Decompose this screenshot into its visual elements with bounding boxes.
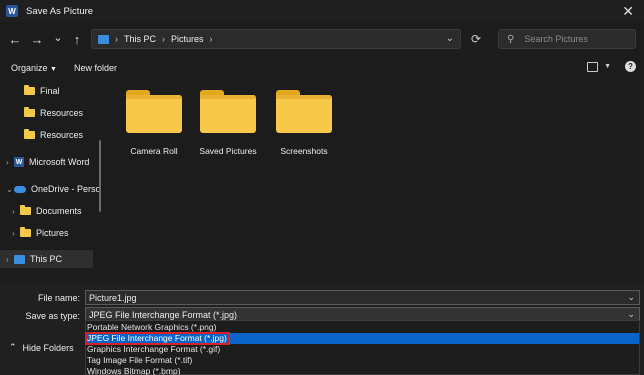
chevron-right-icon: ›: [209, 34, 213, 44]
folder-label: Screenshots: [280, 146, 328, 156]
folder-tile-screenshots[interactable]: Screenshots: [270, 80, 338, 156]
view-dropdown-icon[interactable]: ▼: [604, 63, 611, 70]
file-type-option[interactable]: Tag Image File Format (*.tif): [86, 355, 639, 366]
folder-icon: [276, 90, 332, 134]
organize-label: Organize: [11, 63, 48, 73]
folder-icon: [126, 90, 182, 134]
folder-tile-saved-pictures[interactable]: Saved Pictures: [194, 80, 262, 156]
chevron-down-icon[interactable]: ⌄: [627, 309, 635, 320]
search-icon: ⚲: [507, 33, 515, 45]
chevron-right-icon[interactable]: ›: [6, 158, 14, 167]
folder-icon: [24, 129, 35, 139]
sidebar-item-label: Resources: [40, 108, 84, 118]
refresh-button[interactable]: ⟳: [466, 29, 486, 49]
file-name-label: File name:: [37, 293, 80, 303]
folder-icon: [20, 227, 31, 237]
view-icon[interactable]: [587, 61, 599, 72]
back-button[interactable]: ←: [4, 28, 26, 50]
toolbar: Organize ▼ New folder ▼ ?: [0, 58, 644, 80]
chevron-down-icon[interactable]: ⌄: [627, 292, 635, 303]
sidebar-item-label: Pictures: [36, 228, 69, 238]
file-type-option-selected[interactable]: JPEG File Interchange Format (*.jpg): [85, 332, 639, 345]
hide-folders-button[interactable]: ⌃ Hide Folders: [9, 342, 74, 353]
file-list: Camera Roll Saved Pictures Screenshots: [108, 80, 638, 272]
up-button[interactable]: ↑: [66, 28, 88, 50]
chevron-right-icon: ›: [162, 34, 166, 44]
sidebar-item-this-pc[interactable]: › This PC: [0, 250, 93, 268]
folder-label: Saved Pictures: [199, 146, 257, 156]
chevron-up-icon: ⌃: [9, 342, 17, 352]
hide-folders-label: Hide Folders: [22, 342, 74, 353]
save-as-type-value: JPEG File Interchange Format (*.jpg): [89, 309, 238, 320]
sidebar-item-label: Microsoft Word: [29, 157, 90, 167]
sidebar-item-label: Final: [40, 86, 60, 96]
breadcrumb-this-pc[interactable]: This PC: [124, 34, 156, 44]
organize-button[interactable]: Organize ▼: [11, 63, 57, 73]
navigation-pane: Final Resources Resources › W Microsoft …: [0, 80, 101, 272]
navigation-bar: ← → ⌄ ↑ › This PC › Pictures › ⌄ ⟳ ⚲: [0, 24, 644, 54]
breadcrumb-pictures[interactable]: Pictures: [171, 34, 204, 44]
sidebar-item-resources[interactable]: Resources: [24, 104, 83, 122]
word-icon: W: [14, 157, 24, 167]
file-name-input[interactable]: Picture1.jpg ⌄: [85, 290, 640, 305]
file-type-option[interactable]: Windows Bitmap (*.bmp): [86, 366, 639, 375]
chevron-down-icon[interactable]: ⌄: [6, 185, 14, 194]
cloud-icon: [14, 185, 26, 193]
folder-icon: [20, 205, 31, 215]
sidebar-item-resources[interactable]: Resources: [24, 126, 83, 144]
dropdown-arrow-icon: ▼: [50, 66, 57, 73]
close-icon[interactable]: ✕: [622, 3, 634, 20]
help-icon[interactable]: ?: [625, 61, 636, 72]
sidebar-item-final[interactable]: Final: [24, 82, 60, 100]
folder-icon: [200, 90, 256, 134]
folder-icon: [24, 85, 35, 95]
chevron-right-icon: ›: [115, 34, 118, 44]
new-folder-button[interactable]: New folder: [74, 63, 117, 73]
pc-icon: [98, 34, 109, 44]
sidebar-item-pictures[interactable]: › Pictures: [12, 224, 69, 242]
sidebar-item-label: This PC: [30, 254, 63, 264]
folder-icon: [24, 107, 35, 117]
sidebar-item-documents[interactable]: › Documents: [12, 202, 82, 220]
file-type-option[interactable]: Graphics Interchange Format (*.gif): [86, 344, 639, 355]
window-title: Save As Picture: [26, 5, 94, 17]
folder-tile-camera-roll[interactable]: Camera Roll: [120, 80, 188, 156]
sidebar-item-label: Resources: [40, 130, 84, 140]
chevron-right-icon[interactable]: ›: [12, 229, 20, 238]
address-dropdown-icon[interactable]: ⌄: [446, 33, 454, 44]
file-type-dropdown-list: Portable Network Graphics (*.png) JPEG F…: [85, 320, 640, 375]
save-as-type-label: Save as type:: [25, 311, 80, 321]
chevron-right-icon[interactable]: ›: [12, 207, 20, 216]
file-name-value: Picture1.jpg: [89, 292, 137, 303]
search-box[interactable]: ⚲: [498, 29, 636, 49]
address-bar[interactable]: › This PC › Pictures › ⌄: [91, 29, 461, 49]
sidebar-item-label: OneDrive - Perso: [31, 184, 101, 194]
pc-icon: [14, 254, 25, 264]
sidebar-scrollbar[interactable]: [99, 140, 101, 212]
chevron-right-icon[interactable]: ›: [6, 255, 14, 264]
folder-label: Camera Roll: [130, 146, 178, 156]
forward-button[interactable]: →: [26, 28, 48, 50]
sidebar-item-microsoft-word[interactable]: › W Microsoft Word: [6, 153, 89, 171]
word-app-icon: W: [6, 5, 18, 17]
view-options[interactable]: ▼ ?: [587, 61, 636, 72]
search-input[interactable]: [524, 34, 625, 44]
sidebar-item-onedrive[interactable]: ⌄ OneDrive - Perso: [6, 180, 101, 198]
title-bar: W Save As Picture ✕: [0, 0, 644, 22]
sidebar-item-label: Documents: [36, 206, 82, 216]
